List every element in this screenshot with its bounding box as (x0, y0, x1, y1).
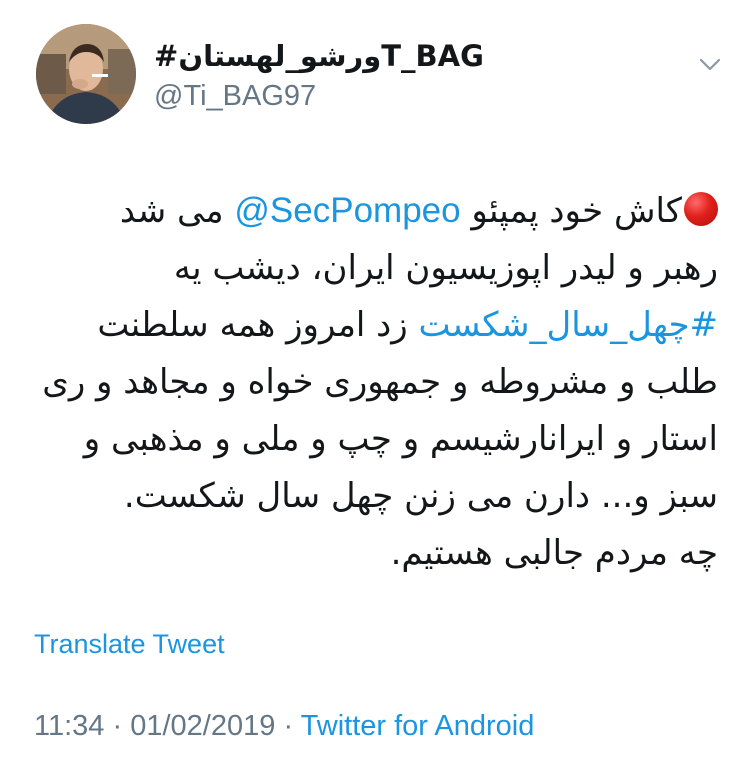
red-circle-emoji (684, 192, 718, 226)
tweet-line: رهبر و لیدر اپوزیسیون ایران، دیشب یه (173, 248, 718, 288)
meta-separator: · (283, 710, 294, 742)
meta-separator: · (112, 710, 123, 742)
tweet-line: چه مردم جالبی هستیم. (390, 533, 718, 573)
tweet-source-link[interactable]: Twitter for Android (301, 710, 535, 742)
tweet-line: استار و ایرانارشیسم و چپ و ملی و مذهبی و (83, 419, 718, 459)
mention-link[interactable]: @SecPompeo (234, 191, 460, 230)
display-name[interactable]: #ورشو_لهستانT_BAG (154, 38, 484, 74)
user-handle[interactable]: @Ti_BAG97 (154, 76, 484, 116)
tweet-time: 11:34 (34, 710, 105, 742)
avatar[interactable] (36, 24, 136, 124)
author-names: #ورشو_لهستانT_BAG @Ti_BAG97 (154, 38, 484, 116)
translate-tweet-link[interactable]: Translate Tweet (34, 628, 225, 660)
tweet-text: کاش خود پمپئو @SecPompeo می شد رهبر و لی… (28, 182, 718, 582)
tweet-text-segment: می شد (119, 191, 235, 231)
tweet-line: کاش خود پمپئو @SecPompeo می شد (28, 182, 718, 240)
hashtag-link[interactable]: #چهل_سال_شکست (419, 305, 718, 345)
tweet-date: 01/02/2019 (130, 710, 276, 742)
tweet-header: #ورشو_لهستانT_BAG @Ti_BAG97 (36, 24, 726, 128)
tweet-text-segment: کاش خود پمپئو (460, 191, 682, 231)
tweet-line: #چهل_سال_شکست زد امروز همه سلطنت (28, 297, 718, 354)
tweet-text-segment: زد امروز همه سلطنت (97, 305, 419, 345)
tweet-line: سبز و... دارن می زنن چهل سال شکست. (123, 476, 718, 516)
tweet-line: طلب و مشروطه و جمهوری خواه و مجاهد و ری (42, 362, 718, 402)
tweet-meta: 11:34 · 01/02/2019 · Twitter for Android (34, 708, 534, 744)
chevron-down-icon[interactable] (698, 52, 722, 76)
